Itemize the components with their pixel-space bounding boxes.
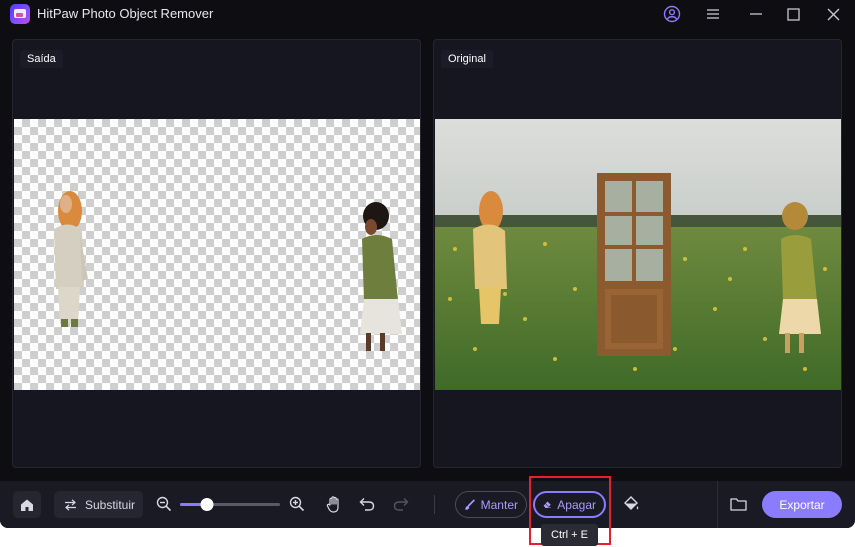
title-bar: HitPaw Photo Object Remover xyxy=(0,0,855,28)
output-image-cutouts xyxy=(54,191,402,351)
zoom-slider[interactable] xyxy=(180,498,280,511)
woman-left-cutout xyxy=(54,191,88,327)
original-photo xyxy=(435,119,841,390)
zoom-in-icon[interactable] xyxy=(287,494,307,514)
toolbar-divider xyxy=(434,495,435,514)
swap-icon xyxy=(65,498,76,511)
keep-button[interactable]: Manter xyxy=(455,491,527,518)
paint-bucket-icon[interactable] xyxy=(621,494,641,514)
keep-label: Manter xyxy=(480,497,518,512)
home-icon xyxy=(21,499,33,511)
replace-button[interactable]: Substituir xyxy=(54,491,143,518)
app-title: HitPaw Photo Object Remover xyxy=(37,6,214,21)
original-label: Original xyxy=(441,50,493,68)
menu-icon[interactable] xyxy=(703,4,723,24)
home-button[interactable] xyxy=(13,491,41,518)
wooden-door xyxy=(597,173,671,356)
output-panel: Saída xyxy=(12,39,421,468)
close-icon[interactable] xyxy=(823,4,843,24)
brush-icon xyxy=(464,499,475,510)
account-icon[interactable] xyxy=(662,4,682,24)
app-window: HitPaw Photo Object Remover Saída Origin… xyxy=(0,0,855,528)
redo-icon[interactable] xyxy=(391,494,411,514)
original-panel: Original xyxy=(433,39,842,468)
erase-shortcut-tooltip: Ctrl + E xyxy=(541,524,598,546)
woman-right-cutout xyxy=(360,202,402,351)
undo-icon[interactable] xyxy=(357,494,377,514)
zoom-out-icon[interactable] xyxy=(154,494,174,514)
bottom-toolbar: Substituir Manter Apagar Exportar xyxy=(0,481,855,528)
maximize-icon[interactable] xyxy=(783,4,803,24)
minimize-icon[interactable] xyxy=(746,4,766,24)
output-image xyxy=(14,119,420,390)
replace-label: Substituir xyxy=(85,497,136,512)
hand-icon[interactable] xyxy=(324,494,344,514)
export-button[interactable]: Exportar xyxy=(762,491,842,518)
app-logo-icon xyxy=(10,4,30,24)
zoom-slider-knob[interactable] xyxy=(200,498,214,511)
output-label: Saída xyxy=(20,50,63,68)
original-image xyxy=(435,119,841,390)
folder-icon[interactable] xyxy=(728,494,748,514)
